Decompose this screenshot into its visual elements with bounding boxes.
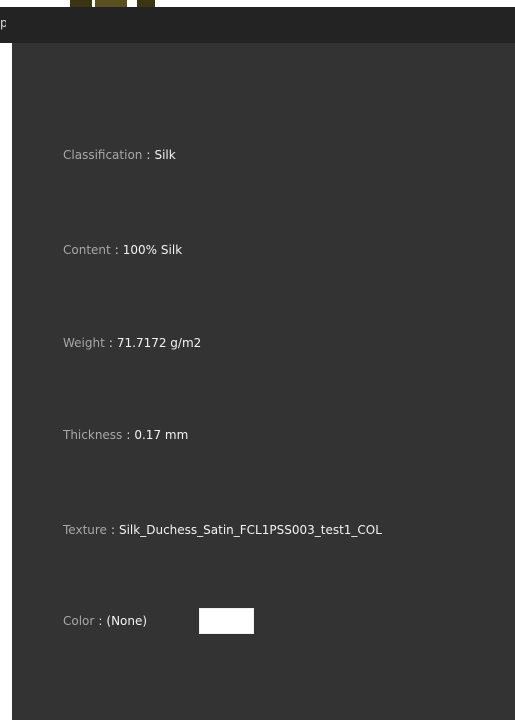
thickness-value: 0.17 mm [134, 428, 189, 442]
color-label: Color [63, 614, 95, 628]
weight-row: Weight : 71.7172 g/m2 [63, 333, 201, 353]
color-value: (None) [106, 614, 148, 628]
fabric-property-window: p Classification : Silk Content : 100% S… [0, 0, 515, 720]
classification-label: Classification [63, 148, 143, 162]
thickness-label: Thickness [63, 428, 123, 442]
texture-label: Texture [63, 523, 107, 537]
window-title-bar: p [0, 7, 515, 43]
left-gutter [0, 43, 12, 720]
top-edge-artifact [95, 0, 127, 7]
texture-separator: : [110, 523, 115, 537]
color-separator: : [98, 614, 103, 628]
texture-value: Silk_Duchess_Satin_FCL1PSS003_test1_COL [118, 523, 382, 537]
top-edge-artifact [137, 0, 155, 7]
top-edge-artifact [70, 0, 92, 7]
classification-row: Classification : Silk [63, 145, 176, 165]
weight-value: 71.7172 g/m2 [116, 336, 202, 350]
thickness-row: Thickness : 0.17 mm [63, 425, 188, 445]
content-label: Content [63, 243, 111, 257]
weight-label: Weight [63, 336, 105, 350]
content-separator: : [114, 243, 119, 257]
classification-separator: : [146, 148, 151, 162]
content-value: 100% Silk [122, 243, 183, 257]
window-title-fragment: p [0, 16, 6, 30]
thickness-separator: : [126, 428, 131, 442]
color-row: Color : (None) [63, 608, 255, 634]
weight-separator: : [108, 336, 113, 350]
texture-row: Texture : Silk_Duchess_Satin_FCL1PSS003_… [63, 520, 382, 540]
color-swatch[interactable] [199, 608, 255, 634]
classification-value: Silk [154, 148, 176, 162]
content-row: Content : 100% Silk [63, 240, 182, 260]
